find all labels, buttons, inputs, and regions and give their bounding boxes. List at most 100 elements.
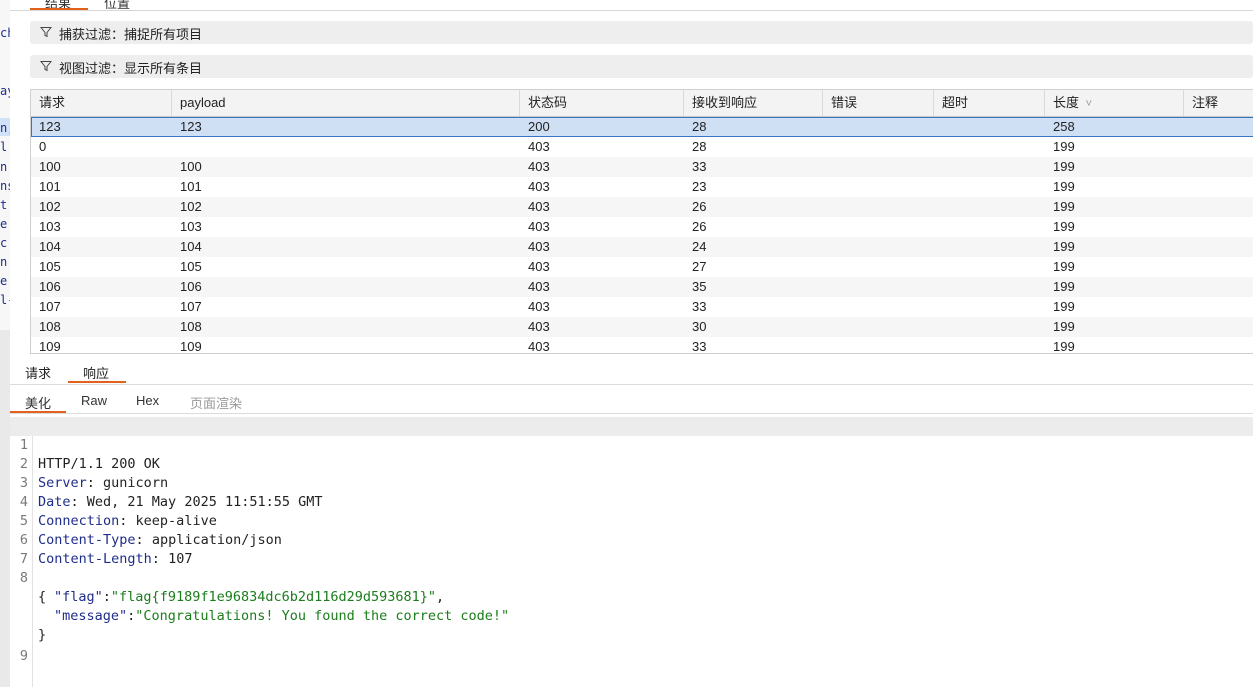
cell-status: 403: [528, 139, 550, 154]
cell-error: [823, 157, 831, 177]
table-row[interactable]: 102 102 403 26 199: [31, 197, 1253, 217]
col-header-length[interactable]: 长度 ˅: [1045, 90, 1184, 116]
cell-length: 258: [1053, 119, 1075, 134]
cell-timeout: [934, 337, 942, 353]
cell-response-time: 33: [692, 159, 707, 174]
cell-status: 403: [528, 259, 550, 274]
code-line: 2 Server: gunicorn: [10, 436, 1253, 491]
cell-status: 403: [528, 239, 550, 254]
code-line: 4 Connection: keep-alive: [10, 474, 1253, 529]
tab-hex[interactable]: Hex: [136, 393, 159, 408]
left-strip-gray-area: [0, 330, 10, 687]
table-row[interactable]: 104 104 403 24 199: [31, 237, 1253, 257]
left-fragment: n: [0, 255, 8, 269]
view-filter-label: 视图过滤：显示所有条目: [59, 61, 203, 76]
cell-timeout: [934, 297, 942, 317]
cell-length: 199: [1053, 139, 1075, 154]
cell-comment: [1184, 297, 1192, 317]
cell-error: [823, 317, 831, 337]
left-fragment: t: [0, 198, 8, 212]
code-line: "flag":"flag{f9189f1e96834dc6b2d116d29d5…: [54, 589, 445, 605]
cell-payload: 107: [180, 299, 202, 314]
col-header-timeout[interactable]: 超时: [934, 90, 1045, 116]
col-header-status[interactable]: 状态码: [520, 90, 684, 116]
active-tab-indicator: [10, 411, 66, 413]
table-row[interactable]: 100 100 403 33 199: [31, 157, 1253, 177]
cell-payload: 105: [180, 259, 202, 274]
cell-status: 200: [528, 119, 550, 134]
cell-length: 199: [1053, 159, 1075, 174]
table-row[interactable]: 105 105 403 27 199: [31, 257, 1253, 277]
capture-filter-label: 捕获过滤：捕捉所有项目: [59, 27, 203, 42]
left-fragment: e: [0, 274, 8, 288]
col-header-request[interactable]: 请求: [31, 90, 172, 116]
cell-length: 199: [1053, 239, 1075, 254]
col-header-comment[interactable]: 注释: [1184, 90, 1253, 116]
cell-timeout: [934, 197, 942, 217]
cell-error: [823, 137, 831, 157]
response-editor[interactable]: 1 HTTP/1.1 200 OK 2 Server: gunicorn 3 D…: [10, 417, 1253, 687]
cell-payload: [172, 137, 180, 157]
filter-icon: [40, 61, 52, 72]
cell-request: 102: [39, 199, 61, 214]
cell-response-time: 24: [692, 239, 707, 254]
cell-status: 403: [528, 159, 550, 174]
col-header-response-received[interactable]: 接收到响应: [684, 90, 823, 116]
cell-status: 403: [528, 279, 550, 294]
cell-response-time: 28: [692, 139, 707, 154]
sort-chevron-icon: ˅: [1085, 98, 1093, 110]
left-fragment: n: [0, 160, 8, 174]
cell-response-time: 33: [692, 299, 707, 314]
table-row[interactable]: 103 103 403 26 199: [31, 217, 1253, 237]
tab-raw[interactable]: Raw: [81, 393, 107, 408]
tab-response[interactable]: 响应: [83, 363, 109, 382]
tab-render[interactable]: 页面渲染: [190, 393, 242, 412]
col-header-payload[interactable]: payload: [172, 90, 520, 116]
cell-response-time: 35: [692, 279, 707, 294]
code-line: 3 Date: Wed, 21 May 2025 11:51:55 GMT: [10, 455, 1253, 510]
tab-positions[interactable]: 位置: [104, 0, 130, 10]
active-tab-indicator: [30, 8, 88, 10]
code-line: 7: [10, 531, 1253, 567]
cell-request: 0: [39, 139, 47, 154]
table-row[interactable]: 0 403 28 199: [31, 137, 1253, 157]
cell-length: 199: [1053, 219, 1075, 234]
cell-timeout: [934, 217, 942, 237]
cell-error: [823, 237, 831, 257]
cell-comment: [1184, 117, 1192, 137]
table-row-selected[interactable]: 123 123 200 28 258: [31, 117, 1253, 137]
top-tabs: 结果 位置: [10, 0, 1253, 11]
cell-payload: 100: [180, 159, 202, 174]
code-line: 8 {: [10, 550, 1253, 605]
cell-comment: [1184, 217, 1192, 237]
left-fragment: e: [0, 217, 8, 231]
cell-status: 403: [528, 339, 550, 354]
table-row[interactable]: 109 109 403 33 199: [31, 337, 1253, 354]
tab-pretty[interactable]: 美化: [25, 393, 51, 412]
table-row[interactable]: 106 106 403 35 199: [31, 277, 1253, 297]
cell-timeout: [934, 177, 942, 197]
left-fragment: ay: [0, 84, 10, 98]
cell-error: [823, 177, 831, 197]
tab-request[interactable]: 请求: [25, 363, 51, 382]
cell-payload: 102: [180, 199, 202, 214]
code-line: }: [10, 607, 1253, 643]
table-row[interactable]: 108 108 403 30 199: [31, 317, 1253, 337]
col-header-error[interactable]: 错误: [823, 90, 934, 116]
cell-response-time: 33: [692, 339, 707, 354]
table-header: 请求 payload 状态码 接收到响应 错误 超时 长度 ˅ 注释: [31, 90, 1253, 117]
cell-timeout: [934, 137, 942, 157]
left-fragment: l-: [0, 293, 10, 307]
cell-response-time: 28: [692, 119, 707, 134]
cell-length: 199: [1053, 299, 1075, 314]
line-number: 9: [19, 648, 28, 664]
capture-filter-bar[interactable]: 捕获过滤：捕捉所有项目: [30, 21, 1253, 44]
cell-payload: 103: [180, 219, 202, 234]
table-row[interactable]: 107 107 403 33 199: [31, 297, 1253, 317]
table-row[interactable]: 101 101 403 23 199: [31, 177, 1253, 197]
cell-request: 123: [39, 119, 61, 134]
left-fragment: l: [0, 140, 8, 154]
cell-status: 403: [528, 319, 550, 334]
cell-request: 107: [39, 299, 61, 314]
view-filter-bar[interactable]: 视图过滤：显示所有条目: [30, 55, 1253, 78]
